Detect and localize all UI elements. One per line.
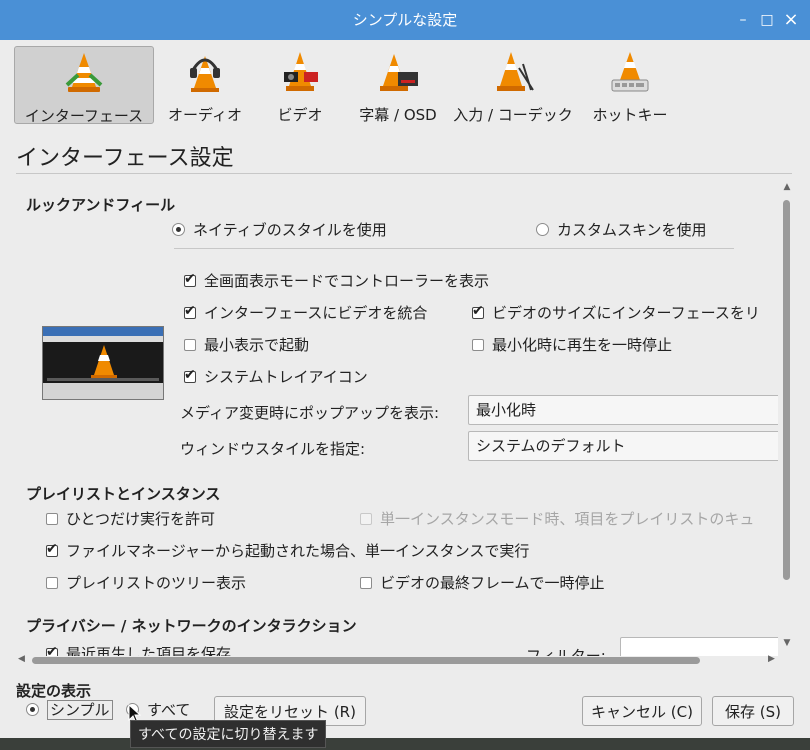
preferences-window: シンプルな設定 – □ × インターフェース オーディオ ビデオ 字幕 / OS… (0, 0, 810, 738)
pause-last-frame-checkbox[interactable]: ビデオの最終フレームで一時停止 (360, 572, 605, 593)
minimize-button[interactable]: – (732, 0, 754, 40)
settings-scroll-area: ルックアンドフィール ネイティブのスタイルを使用 カスタムスキンを使用 全画面表… (16, 182, 778, 656)
scroll-up-icon[interactable]: ▲ (780, 182, 794, 192)
section-look-and-feel: ルックアンドフィール (26, 196, 176, 214)
show-settings-label: 設定の表示 (16, 682, 92, 700)
section-playlist: プレイリストとインスタンス (26, 485, 221, 503)
resize-to-video-checkbox[interactable]: ビデオのサイズにインターフェースをリ (472, 302, 760, 323)
tab-interface[interactable]: インターフェース (14, 46, 154, 125)
tab-label: ビデオ (277, 106, 323, 124)
maximize-button[interactable]: □ (756, 0, 778, 40)
tab-subtitles-osd[interactable]: 字幕 / OSD (350, 46, 446, 124)
custom-skin-radio[interactable]: カスタムスキンを使用 (536, 219, 707, 240)
tab-label: 入力 / コーデック (453, 106, 573, 124)
close-button[interactable]: × (780, 0, 802, 40)
window-style-select[interactable]: システムのデフォルト (468, 431, 778, 461)
divider (174, 248, 734, 249)
interface-preview-image (42, 326, 164, 400)
divider (16, 173, 792, 174)
subtitles-cone-icon (380, 54, 418, 91)
scroll-thumb[interactable] (32, 657, 700, 664)
tooltip: すべての設定に切り替えます (130, 720, 327, 748)
input-codec-cone-icon (497, 52, 534, 91)
interface-cone-icon (65, 53, 103, 92)
tab-label: インターフェース (24, 107, 144, 125)
tab-audio[interactable]: オーディオ (160, 46, 250, 124)
video-cone-icon (284, 52, 318, 91)
section-privacy: プライバシー / ネットワークのインタラクション (26, 617, 357, 635)
tab-label: ホットキー (592, 106, 668, 124)
simple-mode-radio[interactable]: シンプル (26, 699, 113, 720)
category-toolbar: インターフェース オーディオ ビデオ 字幕 / OSD 入力 / コーデック ホ… (14, 46, 794, 126)
scroll-left-icon[interactable]: ◀ (18, 654, 25, 664)
pause-minimized-checkbox[interactable]: 最小化時に再生を一時停止 (472, 334, 672, 355)
window-title: シンプルな設定 (352, 11, 458, 29)
popup-label: メディア変更時にポップアップを表示: (180, 404, 440, 422)
horizontal-scrollbar[interactable]: ◀ ▶ (16, 654, 778, 668)
scroll-thumb[interactable] (783, 200, 790, 580)
vlc-cone-icon (91, 345, 117, 379)
save-button[interactable]: 保存 (S) (712, 696, 794, 726)
native-style-radio[interactable]: ネイティブのスタイルを使用 (172, 219, 387, 240)
file-manager-instance-checkbox[interactable]: ファイルマネージャーから起動された場合、単一インスタンスで実行 (46, 540, 529, 561)
tree-view-checkbox[interactable]: プレイリストのツリー表示 (46, 572, 246, 593)
radio-indicator[interactable] (172, 223, 185, 236)
one-instance-checkbox[interactable]: ひとつだけ実行を許可 (46, 508, 215, 529)
title-bar: シンプルな設定 – □ × (0, 0, 810, 40)
tab-hotkeys[interactable]: ホットキー (586, 46, 674, 124)
scroll-down-icon[interactable]: ▼ (780, 638, 794, 648)
page-title: インターフェース設定 (16, 146, 234, 171)
tab-input-codecs[interactable]: 入力 / コーデック (450, 46, 576, 124)
embed-video-checkbox[interactable]: インターフェースにビデオを統合 (184, 302, 427, 323)
tab-label: 字幕 / OSD (359, 106, 437, 124)
hotkeys-cone-icon (611, 52, 649, 92)
vertical-scrollbar[interactable]: ▲ ▼ (780, 182, 794, 652)
cancel-button[interactable]: キャンセル (C) (582, 696, 702, 726)
tab-label: オーディオ (168, 106, 242, 124)
fullscreen-controller-checkbox[interactable]: 全画面表示モードでコントローラーを表示 (184, 270, 489, 291)
start-minimal-checkbox[interactable]: 最小表示で起動 (184, 334, 309, 355)
tab-video[interactable]: ビデオ (260, 46, 340, 124)
enqueue-single-checkbox: 単一インスタンスモード時、項目をプレイリストのキュ (360, 508, 754, 529)
window-style-label: ウィンドウスタイルを指定: (180, 440, 366, 458)
popup-select[interactable]: 最小化時 (468, 395, 778, 425)
scroll-right-icon[interactable]: ▶ (768, 654, 775, 664)
radio-indicator[interactable] (536, 223, 549, 236)
systray-checkbox[interactable]: システムトレイアイコン (184, 366, 368, 387)
audio-headphones-cone-icon (190, 56, 220, 92)
